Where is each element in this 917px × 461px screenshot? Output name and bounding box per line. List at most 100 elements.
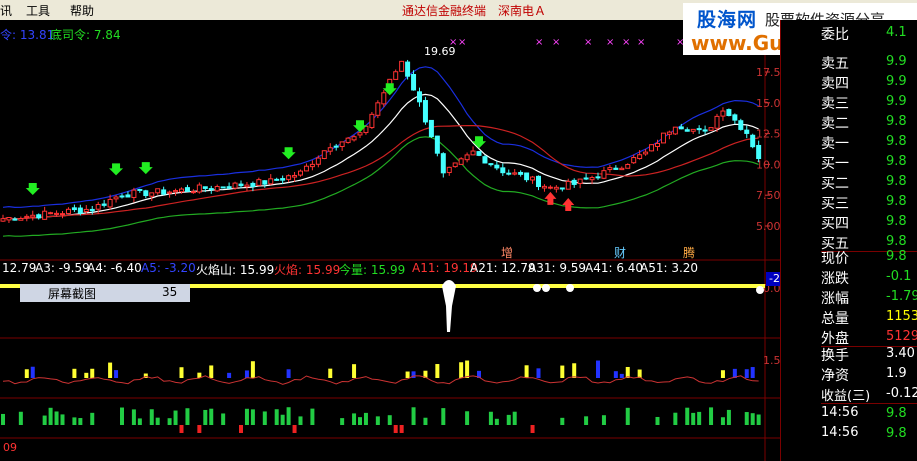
candle-body [131, 189, 137, 198]
candle-body [541, 185, 547, 189]
sub-indicator-value: A31: 9.59 [528, 261, 587, 275]
candle-body [12, 218, 18, 221]
signal-bar [78, 418, 83, 425]
candle-body [30, 214, 36, 218]
flame-dot [542, 284, 550, 292]
signal-bar [173, 410, 178, 425]
candle-body [488, 163, 494, 166]
volume-bar [572, 363, 577, 378]
sub-indicator-value: A21: 12.79 [470, 261, 536, 275]
candle-body [232, 182, 238, 189]
menu-item-tools[interactable]: 工具 [26, 2, 50, 19]
volume-bar [435, 364, 440, 378]
candle-body [262, 180, 268, 185]
candle-body [60, 213, 65, 216]
candle-body [256, 179, 262, 186]
candle-body [720, 110, 726, 117]
candle-body [547, 186, 553, 189]
quote-value: 9.9 [886, 74, 907, 89]
sub-indicator-value: 今量: 15.99 [339, 263, 406, 277]
candle-body [309, 163, 315, 168]
candle-body [607, 167, 613, 171]
signal-bar [340, 418, 345, 425]
volume-bar [405, 371, 410, 378]
signal-bar [512, 411, 517, 425]
candle-body [399, 60, 405, 72]
signal-bar [465, 411, 470, 425]
candle-body [577, 178, 583, 184]
screenshot-tag[interactable]: 屏幕截图 35 [20, 284, 190, 302]
signal-bar [60, 414, 65, 425]
quote-label: 买三 [821, 196, 849, 212]
volume-bar [30, 366, 35, 378]
quote-value: 9.9 [886, 94, 907, 109]
candle-body [708, 127, 714, 131]
signal-bar [756, 414, 761, 425]
quote-divider [821, 403, 917, 404]
candle-body [553, 186, 559, 190]
y-tick-label: 17.50 [756, 66, 780, 79]
candle-body [339, 141, 345, 148]
peak-price-label: 19.69 [424, 45, 456, 58]
signal-bar [239, 425, 243, 433]
signal-x-icon: × [622, 37, 630, 48]
y-tick-label: 10.00 [756, 158, 780, 171]
signal-bar [90, 412, 95, 425]
quote-label: 买二 [821, 176, 849, 192]
candle-body [536, 175, 541, 188]
candle-body [470, 150, 476, 156]
chart-area[interactable]: 17.5015.0012.5010.007.505.000.001.50××××… [0, 20, 801, 461]
indicator-ling: 令: 13.81 [0, 28, 55, 42]
candle-body [726, 109, 732, 117]
quote-label: 14:56 [821, 405, 859, 420]
signal-x-icon: × [552, 37, 560, 48]
quote-label: 总量 [821, 311, 849, 327]
screenshot-value: 35 [162, 285, 178, 299]
signal-bar [298, 416, 303, 425]
kline-chart[interactable]: 17.5015.0012.5010.007.505.000.001.50××××… [0, 20, 780, 461]
signal-bar [423, 417, 428, 425]
candle-body [42, 210, 48, 220]
candle-body [274, 178, 280, 181]
candle-body [143, 190, 149, 197]
sub-indicator-value: A41: 6.40 [585, 261, 644, 275]
quote-value: 9.8 [886, 114, 907, 129]
volume-bar [560, 365, 565, 378]
signal-bar [155, 417, 160, 425]
signal-bar [149, 409, 154, 425]
candle-body [655, 142, 660, 147]
candle-body [89, 208, 95, 212]
signal-bar [179, 425, 184, 433]
signal-bar [530, 425, 535, 433]
candle-body [613, 167, 619, 170]
candle-body [643, 151, 649, 155]
candle-body [220, 186, 226, 189]
menu-item-xun[interactable]: 讯 [0, 2, 12, 19]
sub-indicator-value: A51: 3.20 [640, 261, 699, 275]
candle-body [696, 128, 702, 131]
signal-x-icon: × [458, 37, 466, 48]
candle-body [208, 188, 214, 191]
quote-label: 卖一 [821, 136, 849, 152]
quote-label: 现价 [821, 251, 849, 267]
y-tick-label: 7.50 [756, 189, 780, 202]
quote-value: 9.8 [886, 134, 907, 149]
candle-body [375, 102, 381, 116]
signal-bar [18, 411, 23, 425]
candle-body [125, 194, 131, 198]
candle-body [393, 71, 399, 80]
candle-body [601, 170, 607, 179]
signal-bar [506, 414, 511, 425]
signal-bar [286, 407, 291, 425]
menu-item-help[interactable]: 帮助 [70, 2, 94, 19]
sub-indicator-value: 12.79 [2, 261, 37, 275]
candle-body [357, 132, 363, 136]
signal-x-icon: × [606, 37, 614, 48]
volume-bar [613, 371, 618, 378]
candle-body [583, 177, 589, 180]
candle-body [625, 163, 631, 169]
signal-bar [709, 407, 714, 425]
volume-bar [286, 369, 291, 378]
quote-value: 9.8 [886, 154, 907, 169]
y-tick-label: 15.00 [756, 97, 780, 110]
